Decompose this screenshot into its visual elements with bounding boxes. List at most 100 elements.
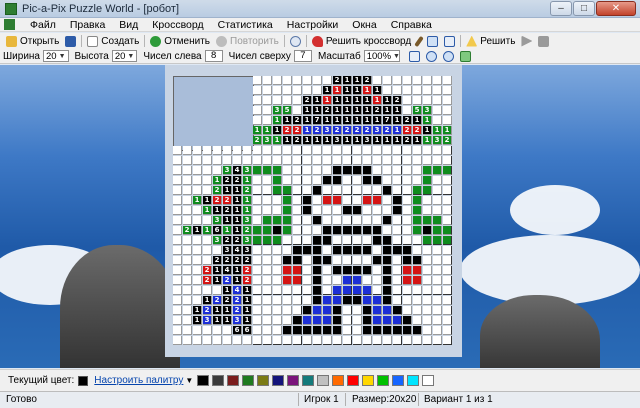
clue-cell[interactable]: 2	[243, 256, 252, 265]
puzzle-cell[interactable]	[393, 256, 402, 265]
clue-cell[interactable]: 1	[363, 106, 372, 115]
puzzle-cell[interactable]	[253, 206, 262, 215]
puzzle-cell[interactable]	[403, 156, 412, 165]
puzzle-cell[interactable]	[383, 146, 392, 155]
clue-cell[interactable]: 1	[243, 286, 252, 295]
puzzle-cell[interactable]	[273, 296, 282, 305]
puzzle-cell[interactable]	[283, 236, 292, 245]
clue-cell[interactable]: 1	[243, 196, 252, 205]
puzzle-cell[interactable]	[423, 186, 432, 195]
puzzle-cell[interactable]	[293, 196, 302, 205]
puzzle-cell[interactable]	[323, 246, 332, 255]
puzzle-cell[interactable]	[363, 286, 372, 295]
clue-cell[interactable]	[443, 76, 452, 85]
clue-cell[interactable]: 2	[283, 126, 292, 135]
palette-swatch[interactable]	[377, 375, 390, 386]
clue-cell[interactable]	[303, 86, 312, 95]
puzzle-cell[interactable]	[433, 256, 442, 265]
puzzle-cell[interactable]	[293, 306, 302, 315]
clue-cell[interactable]	[183, 246, 192, 255]
puzzle-cell[interactable]	[333, 326, 342, 335]
puzzle-cell[interactable]	[283, 266, 292, 275]
clue-cell[interactable]: 2	[363, 126, 372, 135]
puzzle-cell[interactable]	[443, 156, 452, 165]
clue-cell[interactable]: 1	[203, 226, 212, 235]
clue-cell[interactable]	[203, 236, 212, 245]
puzzle-cell[interactable]	[363, 266, 372, 275]
puzzle-cell[interactable]	[363, 206, 372, 215]
clue-cell[interactable]	[403, 106, 412, 115]
puzzle-cell[interactable]	[303, 226, 312, 235]
clue-cell[interactable]: 1	[283, 136, 292, 145]
puzzle-cell[interactable]	[363, 326, 372, 335]
palette-swatch[interactable]	[407, 375, 420, 386]
puzzle-cell[interactable]	[373, 276, 382, 285]
puzzle-cell[interactable]	[323, 306, 332, 315]
puzzle-cell[interactable]	[373, 306, 382, 315]
clue-cell[interactable]: 1	[443, 126, 452, 135]
clue-cell[interactable]	[443, 116, 452, 125]
clue-cell[interactable]	[383, 76, 392, 85]
clue-cell[interactable]: 3	[243, 216, 252, 225]
puzzle-cell[interactable]	[303, 266, 312, 275]
clue-cell[interactable]	[183, 156, 192, 165]
puzzle-cell[interactable]	[273, 336, 282, 345]
clue-cell[interactable]: 1	[383, 136, 392, 145]
puzzle-cell[interactable]	[393, 206, 402, 215]
clue-cell[interactable]	[193, 156, 202, 165]
puzzle-cell[interactable]	[333, 336, 342, 345]
puzzle-cell[interactable]	[343, 256, 352, 265]
puzzle-cell[interactable]	[423, 146, 432, 155]
puzzle-cell[interactable]	[363, 156, 372, 165]
puzzle-cell[interactable]	[303, 316, 312, 325]
puzzle-cell[interactable]	[273, 196, 282, 205]
puzzle-cell[interactable]	[353, 166, 362, 175]
puzzle-cell[interactable]	[313, 216, 322, 225]
puzzle-cell[interactable]	[413, 286, 422, 295]
puzzle-cell[interactable]	[403, 166, 412, 175]
puzzle-cell[interactable]	[393, 286, 402, 295]
puzzle-cell[interactable]	[353, 306, 362, 315]
puzzle-cell[interactable]	[413, 176, 422, 185]
clue-cell[interactable]	[273, 86, 282, 95]
puzzle-cell[interactable]	[293, 146, 302, 155]
puzzle-cell[interactable]	[353, 326, 362, 335]
puzzle-cell[interactable]	[303, 186, 312, 195]
puzzle-cell[interactable]	[323, 176, 332, 185]
puzzle-cell[interactable]	[433, 176, 442, 185]
clue-cell[interactable]	[263, 106, 272, 115]
puzzle-cell[interactable]	[283, 306, 292, 315]
puzzle-cell[interactable]	[263, 276, 272, 285]
puzzle-cell[interactable]	[293, 206, 302, 215]
puzzle-cell[interactable]	[253, 196, 262, 205]
puzzle-cell[interactable]	[273, 226, 282, 235]
clue-cell[interactable]: 1	[273, 116, 282, 125]
puzzle-cell[interactable]	[323, 186, 332, 195]
puzzle-cell[interactable]	[443, 326, 452, 335]
puzzle-cell[interactable]	[333, 176, 342, 185]
puzzle-cell[interactable]	[313, 326, 322, 335]
puzzle-cell[interactable]	[383, 206, 392, 215]
puzzle-cell[interactable]	[263, 336, 272, 345]
puzzle-cell[interactable]	[283, 336, 292, 345]
puzzle-cell[interactable]	[363, 146, 372, 155]
clue-cell[interactable]: 3	[373, 126, 382, 135]
clue-cell[interactable]: 1	[233, 266, 242, 275]
clue-cell[interactable]	[193, 216, 202, 225]
puzzle-cell[interactable]	[273, 276, 282, 285]
puzzle-cell[interactable]	[433, 146, 442, 155]
puzzle-cell[interactable]	[373, 256, 382, 265]
clue-cell[interactable]: 1	[343, 76, 352, 85]
puzzle-cell[interactable]	[333, 186, 342, 195]
clue-cell[interactable]	[253, 76, 262, 85]
puzzle-cell[interactable]	[283, 156, 292, 165]
puzzle-cell[interactable]	[293, 246, 302, 255]
puzzle-cell[interactable]	[413, 226, 422, 235]
puzzle-cell[interactable]	[313, 206, 322, 215]
puzzle-cell[interactable]	[373, 286, 382, 295]
clue-cell[interactable]	[263, 76, 272, 85]
puzzle-cell[interactable]	[343, 216, 352, 225]
puzzle-cell[interactable]	[303, 246, 312, 255]
clue-cell[interactable]: 1	[233, 186, 242, 195]
clue-cell[interactable]	[443, 86, 452, 95]
